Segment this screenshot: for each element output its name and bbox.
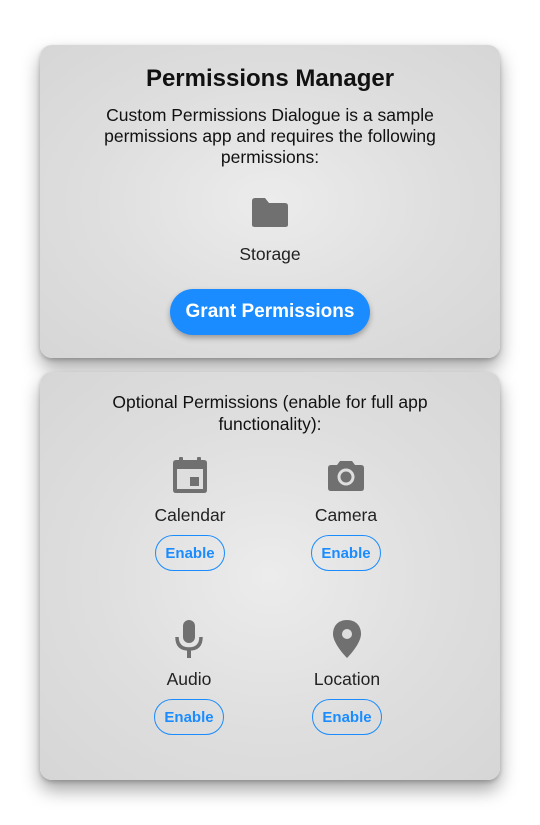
enable-location-button[interactable]: Enable [312,699,382,735]
permission-item-camera: Camera Enable [286,455,406,571]
location-label: Location [313,669,381,689]
calendar-label: Calendar [154,505,226,525]
enable-camera-button[interactable]: Enable [311,535,381,571]
permissions-manager-card: Permissions Manager Custom Permissions D… [40,45,500,358]
folder-icon [252,198,288,227]
storage-permission-label: Storage [239,244,301,264]
audio-label: Audio [166,669,212,689]
camera-label: Camera [314,505,378,525]
camera-icon [328,461,364,491]
page-title: Permissions Manager [145,65,395,92]
optional-permissions-card: Optional Permissions (enable for full ap… [40,372,500,780]
permissions-description: Custom Permissions Dialogue is a sample … [104,105,436,167]
permission-item-calendar: Calendar Enable [130,455,250,571]
microphone-icon [175,620,203,658]
optional-permissions-heading: Optional Permissions (enable for full ap… [112,392,428,434]
enable-audio-button[interactable]: Enable [154,699,224,735]
permission-item-location: Location Enable [287,619,407,735]
calendar-icon [173,457,207,493]
location-pin-icon [333,620,361,658]
grant-permissions-button[interactable]: Grant Permissions [170,289,370,335]
enable-calendar-button[interactable]: Enable [155,535,225,571]
permission-item-audio: Audio Enable [129,619,249,735]
